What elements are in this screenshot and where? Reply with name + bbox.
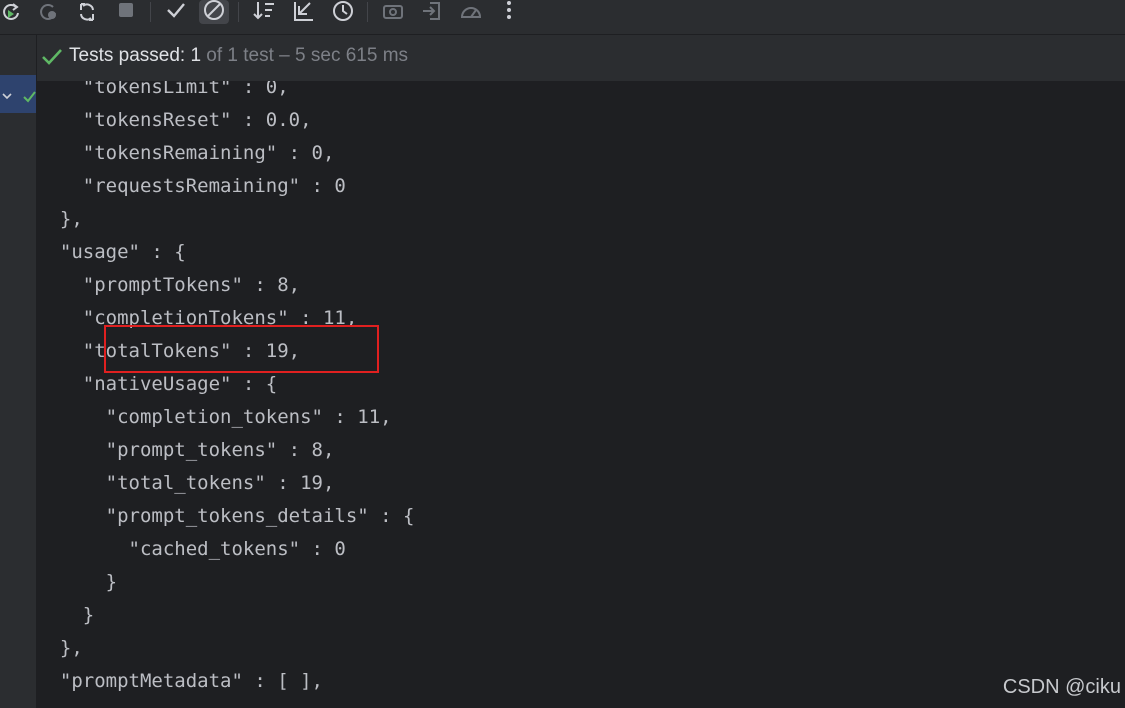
toolbar-separator — [238, 2, 239, 22]
stop-icon[interactable] — [111, 0, 141, 24]
console-line: "requestsRemaining" : 0 — [37, 175, 346, 197]
watermark: CSDN @ciku — [1002, 676, 1121, 698]
collapse-icon[interactable] — [288, 0, 318, 24]
console-line: "cached_tokens" : 0 — [37, 538, 346, 560]
more-icon[interactable] — [494, 0, 524, 24]
console-line: "prompt_tokens_details" : { — [37, 505, 415, 527]
console-line: "usage" : { — [37, 241, 186, 263]
console-line: "total_tokens" : 19, — [37, 472, 335, 494]
console-line: "promptTokens" : 8, — [37, 274, 301, 296]
toolbar-separator — [367, 2, 368, 22]
success-check-icon — [41, 47, 63, 71]
test-status-bar: Tests passed: 1 of 1 test – 5 sec 615 ms — [37, 35, 1125, 81]
console-line: "tokensReset" : 0.0, — [37, 109, 312, 131]
console-line: "completion_tokens" : 11, — [37, 406, 392, 428]
console-line: }, — [37, 208, 83, 230]
status-label: Tests passed: — [69, 45, 191, 66]
history-icon[interactable] — [328, 0, 358, 24]
highlight-annotation-box — [104, 325, 379, 373]
passed-count: 1 — [190, 45, 202, 66]
rerun-icon[interactable] — [0, 0, 26, 24]
test-runner-toolbar — [0, 0, 1125, 35]
rerun-failed-icon[interactable] — [33, 0, 63, 24]
show-passed-icon[interactable] — [161, 0, 191, 24]
console-line: } — [37, 571, 118, 593]
console-output[interactable]: "tokensLimit" : 0, "tokensReset" : 0.0, … — [37, 81, 1125, 708]
coverage-icon[interactable] — [456, 0, 486, 24]
console-line: } — [37, 604, 95, 626]
sort-icon[interactable] — [249, 0, 279, 24]
console-line: "tokensRemaining" : 0, — [37, 142, 335, 164]
console-line: "prompt_tokens" : 8, — [37, 439, 335, 461]
check-icon — [22, 89, 36, 108]
test-tree-panel — [0, 35, 37, 708]
chevron-down-icon[interactable] — [1, 87, 13, 106]
screenshot-icon[interactable] — [378, 0, 408, 24]
export-icon[interactable] — [417, 0, 447, 24]
console-line: "promptMetadata" : [ ], — [37, 670, 323, 692]
console-line: }, — [37, 637, 83, 659]
show-ignored-icon[interactable] — [199, 0, 229, 24]
console-line: "tokensLimit" : 0, — [37, 81, 289, 98]
test-status-text: Tests passed: 1 of 1 test – 5 sec 615 ms — [69, 45, 408, 67]
toggle-auto-test-icon[interactable] — [72, 0, 102, 24]
status-detail: of 1 test – 5 sec 615 ms — [201, 45, 409, 66]
test-tree-root-item[interactable] — [0, 75, 36, 113]
toolbar-separator — [150, 2, 151, 22]
